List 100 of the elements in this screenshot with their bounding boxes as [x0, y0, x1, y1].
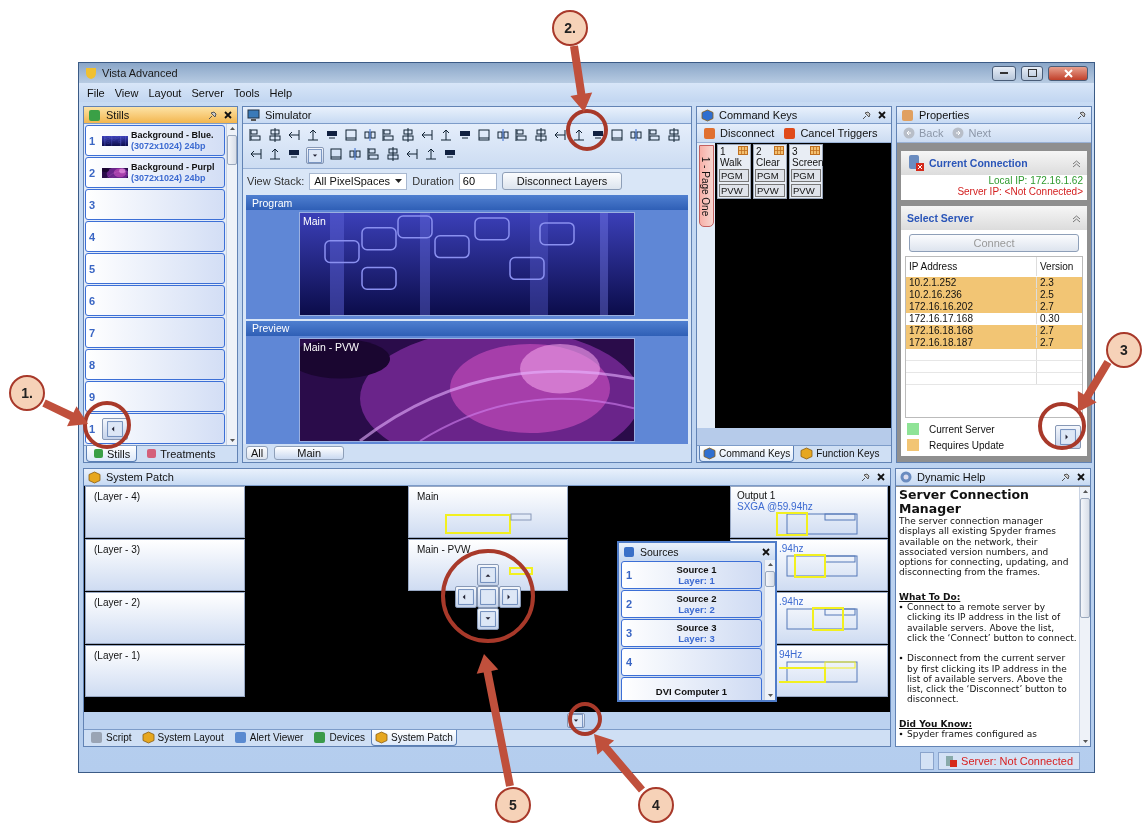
- field-label: View Stack:: [247, 175, 305, 187]
- source-item[interactable]: DVI Computer 1: [621, 677, 762, 700]
- still-number: 5: [89, 262, 97, 275]
- layer-box[interactable]: (Layer - 2): [85, 592, 245, 644]
- still-item[interactable]: 7: [85, 317, 225, 348]
- column-header[interactable]: Version: [1036, 257, 1082, 276]
- output-box[interactable]: Output 1 SXGA @59.94hz: [730, 486, 888, 538]
- menu-item[interactable]: Tools: [233, 86, 260, 99]
- menu-item[interactable]: Layout: [148, 86, 182, 99]
- server-row[interactable]: 10.2.16.236 2.5: [906, 289, 1082, 301]
- toolbar-button[interactable]: Disconnect: [701, 126, 777, 140]
- command-key[interactable]: 3 Screen PGM PVW: [789, 144, 823, 199]
- view-stack-dropdown[interactable]: All PixelSpaces: [309, 172, 408, 190]
- destination-box[interactable]: Main: [408, 486, 568, 538]
- server-ip-text: Server IP: <Not Connected>: [956, 186, 1084, 199]
- source-item[interactable]: 4: [621, 648, 762, 676]
- help-bullet-text: Connect to a remote server by clicking its IP address in the list of available servers. Above the list, click the ‘Connect’ button to connect.: [907, 602, 1077, 644]
- window-title: Vista Advanced: [102, 67, 179, 79]
- still-item[interactable]: 6: [85, 285, 225, 316]
- key-button[interactable]: PVW: [791, 184, 821, 197]
- key-button[interactable]: PVW: [755, 184, 785, 197]
- panel-tab[interactable]: Command Keys: [699, 446, 795, 462]
- still-label: Background - Blue. (3072x1024) 24bp: [131, 129, 214, 152]
- panel-tab[interactable]: System Layout: [137, 730, 228, 746]
- section-header: Program: [246, 195, 688, 210]
- source-item[interactable]: 2 Source 2 Layer: 2: [621, 590, 762, 618]
- callout-badge: 1.: [9, 375, 45, 411]
- panel-title: Command Keys: [719, 109, 799, 121]
- callout-badge: 4: [638, 787, 674, 823]
- picture-caption: Main - PVW: [303, 340, 359, 353]
- callout-badge: 5: [495, 787, 531, 823]
- still-item[interactable]: 1: [85, 413, 225, 444]
- panel-tab[interactable]: Treatments: [139, 446, 223, 462]
- panel-title: Properties: [919, 109, 971, 121]
- column-header[interactable]: IP Address: [906, 257, 1036, 276]
- panel-title: Dynamic Help: [917, 471, 987, 483]
- still-number: 7: [89, 326, 97, 339]
- key-button[interactable]: PGM: [719, 169, 749, 182]
- still-item[interactable]: 8: [85, 349, 225, 380]
- still-item[interactable]: 5: [85, 253, 225, 284]
- still-item[interactable]: 4: [85, 221, 225, 252]
- disconnect-layers-button[interactable]: Disconnect Layers: [501, 172, 623, 190]
- command-key[interactable]: 2 Clear PGM PVW: [753, 144, 787, 199]
- still-number: 1: [89, 134, 97, 147]
- panel-tab[interactable]: Stills: [86, 446, 138, 462]
- help-bullet-text: Disconnect from the current server by first clicking its IP address in the list of available servers. Above the list, click the ‘Disconnect’ button to disconnect.: [907, 653, 1068, 705]
- server-status: Server: Not Connected: [938, 752, 1080, 770]
- still-item[interactable]: 9: [85, 381, 225, 412]
- card-header: Current Connection: [901, 151, 1087, 175]
- server-row[interactable]: 172.16.18.187 2.7: [906, 337, 1082, 349]
- panel-tab[interactable]: System Patch: [371, 730, 457, 746]
- still-number: 9: [89, 390, 97, 403]
- still-number: 2: [89, 166, 97, 179]
- still-item[interactable]: 3: [85, 189, 225, 220]
- source-item[interactable]: 1 Source 1 Layer: 1: [621, 561, 762, 589]
- panel-title: Stills: [106, 109, 131, 121]
- layer-box[interactable]: (Layer - 3): [85, 539, 245, 591]
- panel-title: Simulator: [265, 109, 313, 121]
- help-subheading: What To Do:: [899, 591, 962, 603]
- duration-field[interactable]: 60: [458, 172, 497, 190]
- local-ip-text: Local IP: 172.16.1.62: [987, 175, 1084, 186]
- key-button[interactable]: PVW: [719, 184, 749, 197]
- menu-item[interactable]: View: [114, 86, 139, 99]
- page-tab[interactable]: 1 - Page One: [698, 145, 714, 227]
- layer-box[interactable]: (Layer - 1): [85, 645, 245, 697]
- toolbar-button[interactable]: Cancel Triggers: [781, 126, 880, 140]
- panel-tab[interactable]: Devices: [309, 730, 370, 746]
- still-number: 6: [89, 294, 97, 307]
- card-header: Select Server: [901, 206, 1087, 230]
- still-number: 3: [89, 198, 97, 211]
- popup-title: Sources: [640, 545, 680, 558]
- command-key[interactable]: 1 Walk PGM PVW: [717, 144, 751, 199]
- still-number: 1: [89, 422, 97, 435]
- still-label: Background - Purpl (3072x1024) 24bp: [131, 161, 215, 184]
- source-item[interactable]: 3 Source 3 Layer: 3: [621, 619, 762, 647]
- help-heading: Server Connection Manager: [899, 488, 1030, 516]
- legend-label: Current Server: [929, 423, 995, 435]
- menu-item[interactable]: File: [87, 86, 105, 99]
- picture-caption: Main: [303, 215, 326, 228]
- help-bullet-text: Spyder frames configured as: [907, 729, 1037, 740]
- server-row[interactable]: 172.16.18.168 2.7: [906, 325, 1082, 337]
- callout-badge: 3: [1106, 332, 1142, 368]
- still-item[interactable]: 1 Background - Blue. (3072x1024) 24bp: [85, 125, 225, 156]
- legend-label: Requires Update: [929, 439, 1005, 451]
- panel-tab[interactable]: Script: [86, 730, 136, 746]
- key-button[interactable]: PGM: [791, 169, 821, 182]
- menu-item[interactable]: Server: [191, 86, 224, 99]
- help-paragraph: The server connection manager displays all existing Spyder frames available on the network, their associated version numbers, and options for connecting, updating, and disconnecting from the frames.: [899, 516, 1070, 578]
- panel-title: System Patch: [106, 471, 175, 483]
- still-item[interactable]: 2 Background - Purpl (3072x1024) 24bp: [85, 157, 225, 188]
- key-button[interactable]: PGM: [755, 169, 785, 182]
- server-row[interactable]: 10.2.1.252 2.3: [906, 277, 1082, 289]
- help-subheading: Did You Know:: [899, 718, 974, 730]
- server-row[interactable]: 172.16.16.202 2.7: [906, 301, 1082, 313]
- panel-tab[interactable]: Alert Viewer: [229, 730, 308, 746]
- menu-item[interactable]: Help: [269, 86, 293, 99]
- layer-filter-button[interactable]: Main: [274, 446, 345, 460]
- panel-tab[interactable]: Function Keys: [796, 446, 884, 462]
- layer-filter-button[interactable]: All: [246, 446, 269, 460]
- layer-box[interactable]: (Layer - 4): [85, 486, 245, 538]
